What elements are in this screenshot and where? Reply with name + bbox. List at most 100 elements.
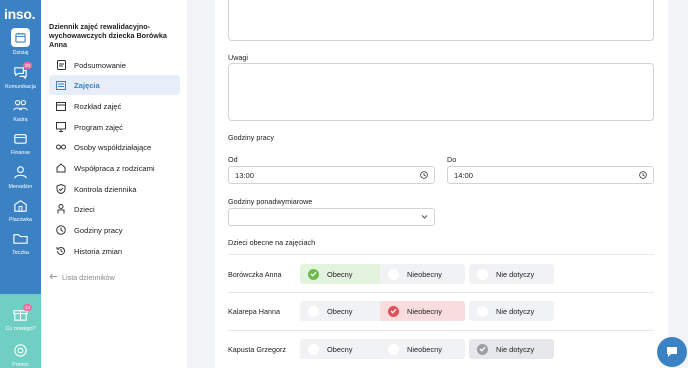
- check-icon: [479, 346, 486, 352]
- attendance-label: Dzieci obecne na zajęciach: [228, 238, 316, 247]
- monitor-icon: [56, 122, 66, 132]
- option-present[interactable]: Obecny: [300, 264, 385, 284]
- menu-label: Godziny pracy: [74, 225, 123, 235]
- chat-icon: [667, 347, 677, 357]
- building-icon: [14, 200, 27, 212]
- time-to-input[interactable]: 14:00: [447, 166, 654, 184]
- time-to-value: 14:00: [454, 170, 474, 180]
- user-manager-icon: [14, 166, 27, 179]
- back-to-journal-list[interactable]: Lista dzienników: [49, 272, 115, 283]
- menu-item-zajecia[interactable]: Zajęcia: [49, 75, 180, 95]
- clock-icon: [56, 225, 66, 235]
- uwagi-label: Uwagi: [228, 53, 248, 62]
- menu-label: Program zajęć: [74, 122, 123, 132]
- option-present[interactable]: Obecny: [300, 301, 385, 321]
- rail-item-teczka[interactable]: Teczka: [0, 230, 41, 256]
- option-label: Nie dotyczy: [496, 344, 535, 354]
- rail-item-placowka[interactable]: Placówka: [0, 197, 41, 223]
- menu-label: Zajęcia: [74, 80, 100, 90]
- back-label: Lista dzienników: [62, 273, 115, 282]
- journal-title: Dziennik zajęć rewalidacyjno-wychowawczy…: [49, 22, 167, 50]
- rail-label: Placówka: [8, 217, 33, 223]
- rail-item-finanse[interactable]: Finanse: [0, 130, 41, 156]
- menu-label: Dzieci: [74, 204, 95, 214]
- rail-label: Co nowego?: [5, 326, 36, 332]
- home-icon: [56, 163, 66, 173]
- menu-label: Rozkład zajęć: [74, 101, 122, 111]
- calendar-icon: [15, 32, 26, 43]
- history-icon: [56, 246, 65, 255]
- people-link-icon: [56, 144, 66, 150]
- rail-item-kadra[interactable]: Kadra: [0, 97, 41, 123]
- option-na[interactable]: Nie dotyczy: [469, 264, 554, 284]
- option-label: Obecny: [327, 306, 353, 316]
- folder-icon: [13, 234, 28, 244]
- rail-label: Dzisiaj: [12, 50, 29, 56]
- rail-label: Kadra: [13, 117, 28, 123]
- rail-label: Finanse: [10, 150, 31, 156]
- lesson-form-card: Uwagi Godziny pracy Od 13:00 Do 14:00 Go…: [215, 0, 668, 368]
- menu-label: Historia zmian: [74, 246, 123, 256]
- chat-launcher-button[interactable]: [657, 337, 687, 367]
- menu-item-podsumowanie[interactable]: Podsumowanie: [49, 55, 180, 75]
- overtime-select[interactable]: [228, 208, 435, 226]
- divider: [228, 254, 654, 255]
- time-from-value: 13:00: [235, 170, 255, 180]
- rail-item-dzisiaj[interactable]: Dzisiaj: [0, 28, 41, 56]
- check-icon: [310, 271, 317, 277]
- menu-item-osoby-wspoldzialajace[interactable]: Osoby współdziałające: [49, 137, 180, 157]
- menu-item-wspolpraca-z-rodzicami[interactable]: Współpraca z rodzicami: [49, 158, 180, 178]
- notification-badge: 20: [23, 62, 33, 69]
- rail-item-pomoc[interactable]: Pomoc: [0, 342, 41, 368]
- child-name: Borówczka Anna: [228, 270, 282, 279]
- option-absent[interactable]: Nieobecny: [380, 264, 465, 284]
- child-name: Kapusta Grzegorz: [228, 345, 286, 354]
- menu-item-rozklad-zajec[interactable]: Rozkład zajęć: [49, 96, 180, 116]
- divider: [228, 292, 654, 293]
- menu-label: Współpraca z rodzicami: [74, 163, 155, 173]
- calendar-grid-icon: [56, 102, 66, 111]
- rail-item-co-nowego[interactable]: 14 Co nowego?: [0, 304, 41, 332]
- option-na[interactable]: Nie dotyczy: [469, 301, 554, 321]
- menu-item-kontrola-dziennika[interactable]: Kontrola dziennika: [49, 179, 180, 199]
- time-from-input[interactable]: 13:00: [228, 166, 435, 184]
- option-label: Nieobecny: [407, 306, 442, 316]
- wallet-icon: [14, 134, 27, 144]
- child-icon: [57, 204, 65, 214]
- menu-item-program-zajec[interactable]: Program zajęć: [49, 117, 180, 137]
- list-icon: [56, 80, 66, 90]
- option-present[interactable]: Obecny: [300, 339, 385, 359]
- clock-icon: [420, 171, 428, 179]
- journal-menu: Dziennik zajęć rewalidacyjno-wychowawczy…: [41, 0, 187, 368]
- option-na[interactable]: Nie dotyczy: [469, 339, 554, 359]
- option-absent[interactable]: Nieobecny: [380, 301, 465, 321]
- option-absent[interactable]: Nieobecny: [380, 339, 465, 359]
- rail-bottom-panel: 14 Co nowego? Pomoc: [0, 294, 41, 368]
- uwagi-textarea[interactable]: [228, 63, 654, 121]
- app-rail: inso. Dzisiaj 20 Komunikacja Kadra Finan…: [0, 0, 41, 368]
- clock-icon: [639, 171, 647, 179]
- menu-item-godziny-pracy[interactable]: Godziny pracy: [49, 220, 180, 240]
- option-label: Obecny: [327, 344, 353, 354]
- shield-check-icon: [56, 184, 66, 194]
- people-icon: [13, 99, 28, 111]
- menu-item-historia-zmian[interactable]: Historia zmian: [49, 241, 180, 261]
- godziny-pracy-label: Godziny pracy: [228, 133, 274, 142]
- chevron-down-icon: [421, 215, 428, 219]
- option-label: Nie dotyczy: [496, 269, 535, 279]
- menu-label: Podsumowanie: [74, 60, 126, 70]
- rail-item-menadzer[interactable]: Menadżer: [0, 164, 41, 190]
- option-label: Obecny: [327, 269, 353, 279]
- menu-label: Osoby współdziałające: [74, 142, 152, 152]
- option-label: Nieobecny: [407, 269, 442, 279]
- rail-label: Menadżer: [8, 184, 33, 190]
- document-icon: [56, 60, 66, 70]
- lesson-description-textarea[interactable]: [228, 0, 654, 41]
- menu-label: Kontrola dziennika: [74, 184, 137, 194]
- option-label: Nie dotyczy: [496, 306, 535, 316]
- menu-item-dzieci[interactable]: Dzieci: [49, 199, 180, 219]
- check-icon: [390, 308, 397, 314]
- rail-item-komunikacja[interactable]: 20 Komunikacja: [0, 62, 41, 90]
- option-label: Nieobecny: [407, 344, 442, 354]
- do-label: Do: [447, 155, 457, 164]
